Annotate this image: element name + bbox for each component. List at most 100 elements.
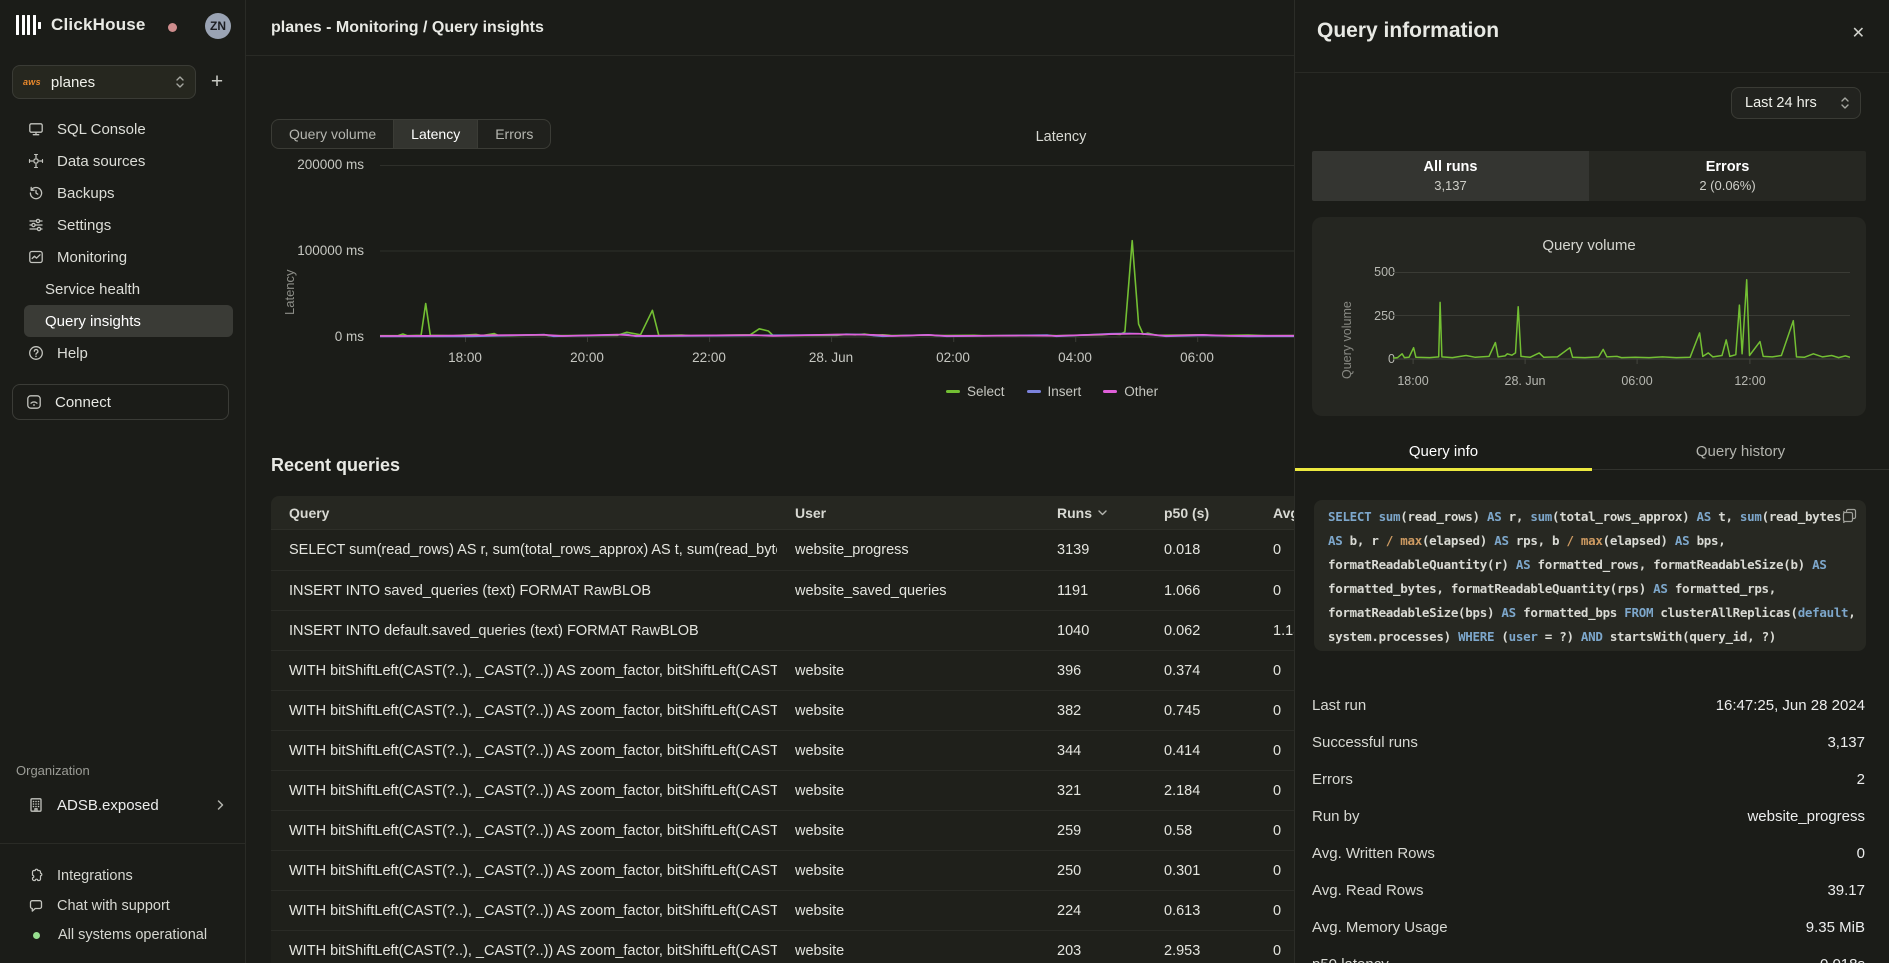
tab-query-info[interactable]: Query info — [1295, 437, 1592, 469]
cell-runs: 224 — [1039, 903, 1146, 919]
col-header-query[interactable]: Query — [271, 505, 777, 521]
monitor-icon — [28, 121, 44, 137]
tab-value: 3,137 — [1434, 178, 1467, 193]
table-row[interactable]: WITH bitShiftLeft(CAST(?..), _CAST(?..))… — [271, 850, 1294, 890]
detail-label: p50 latency — [1312, 956, 1389, 963]
table-row[interactable]: WITH bitShiftLeft(CAST(?..), _CAST(?..))… — [271, 690, 1294, 730]
sql-token: formatReadableSize(bps) — [1328, 605, 1501, 620]
sidebar-item-query-insights[interactable]: Query insights — [24, 305, 233, 337]
y-tick: 0 ms — [335, 329, 364, 345]
table-row[interactable]: WITH bitShiftLeft(CAST(?..), _CAST(?..))… — [271, 730, 1294, 770]
sql-code-block: SELECT sum(read_rows) AS r, sum(total_ro… — [1314, 500, 1866, 651]
tab-latency[interactable]: Latency — [393, 120, 477, 148]
table-row[interactable]: WITH bitShiftLeft(CAST(?..), _CAST(?..))… — [271, 930, 1294, 963]
clickhouse-bars-icon — [16, 14, 41, 36]
other-color-swatch — [1103, 390, 1117, 393]
cell-query: WITH bitShiftLeft(CAST(?..), _CAST(?..))… — [271, 663, 777, 679]
select-series-line — [380, 241, 1294, 336]
breadcrumb: planes - Monitoring / Query insights — [246, 0, 1294, 56]
col-header-runs[interactable]: Runs — [1039, 505, 1146, 521]
table-row[interactable]: INSERT INTO default.saved_queries (text)… — [271, 610, 1294, 650]
sql-token: AND — [1581, 629, 1603, 644]
col-header-user[interactable]: User — [777, 505, 1039, 521]
sidebar-nav: SQL Console Data sources Backups Setting… — [0, 113, 245, 369]
cell-query: WITH bitShiftLeft(CAST(?..), _CAST(?..))… — [271, 863, 777, 879]
table-row[interactable]: WITH bitShiftLeft(CAST(?..), _CAST(?..))… — [271, 770, 1294, 810]
sql-token: AS — [1516, 557, 1530, 572]
sidebar-item-sql-console[interactable]: SQL Console — [0, 113, 245, 145]
cell-p50: 2.953 — [1146, 943, 1255, 959]
detail-row-avg-memory-usage: Avg. Memory Usage9.35 MiB — [1312, 909, 1865, 946]
cell-p50: 2.184 — [1146, 783, 1255, 799]
organization-section-label: Organization — [16, 763, 90, 778]
x-tick: 28. Jun — [1504, 374, 1545, 388]
query-volume-chart — [1393, 272, 1850, 365]
close-icon[interactable]: ✕ — [1852, 23, 1865, 43]
main-header: planes - Monitoring / Query insights — [246, 0, 1294, 56]
sql-token: / max — [1566, 533, 1602, 548]
sql-token: AS — [1501, 605, 1515, 620]
sidebar-item-chat-support[interactable]: Chat with support — [0, 892, 245, 920]
table-row[interactable]: WITH bitShiftLeft(CAST(?..), _CAST(?..))… — [271, 650, 1294, 690]
cell-avg: 0 — [1255, 743, 1294, 759]
footer-item-label: Chat with support — [57, 898, 170, 914]
legend-item-select[interactable]: Select — [946, 384, 1005, 399]
recent-queries-title: Recent queries — [271, 455, 400, 476]
x-tick: 02:00 — [936, 350, 970, 365]
x-tick: 12:00 — [1734, 374, 1765, 388]
cell-runs: 3139 — [1039, 542, 1146, 558]
copy-icon[interactable] — [1842, 508, 1858, 524]
sql-token: r, — [1501, 509, 1530, 524]
organization-row[interactable]: ADSB.exposed — [0, 791, 245, 819]
tab-errors[interactable]: Errors — [477, 120, 550, 148]
col-header-avg[interactable]: Avg. — [1255, 505, 1294, 521]
table-row[interactable]: INSERT INTO saved_queries (text) FORMAT … — [271, 570, 1294, 610]
legend-item-other[interactable]: Other — [1103, 384, 1158, 399]
detail-value: 3,137 — [1827, 734, 1865, 751]
chevron-right-icon — [216, 799, 225, 811]
sql-token: (elapsed) — [1422, 533, 1494, 548]
add-service-button[interactable]: + — [203, 68, 231, 96]
sql-token: / max — [1386, 533, 1422, 548]
table-row[interactable]: WITH bitShiftLeft(CAST(?..), _CAST(?..))… — [271, 810, 1294, 850]
y-tick: 100000 ms — [297, 243, 364, 259]
tab-query-history[interactable]: Query history — [1592, 437, 1889, 469]
cell-query: WITH bitShiftLeft(CAST(?..), _CAST(?..))… — [271, 823, 777, 839]
service-selector[interactable]: aws planes — [12, 65, 196, 99]
updown-chevron-icon — [1840, 96, 1850, 110]
sidebar-item-data-sources[interactable]: Data sources — [0, 145, 245, 177]
sidebar-item-service-health[interactable]: Service health — [0, 273, 245, 305]
sort-desc-icon — [1098, 510, 1107, 516]
x-tick: 18:00 — [448, 350, 482, 365]
table-row[interactable]: WITH bitShiftLeft(CAST(?..), _CAST(?..))… — [271, 890, 1294, 930]
sql-token: b, r — [1342, 533, 1385, 548]
sql-token: formatted_rps, — [1668, 581, 1776, 596]
sidebar-item-monitoring[interactable]: Monitoring — [0, 241, 245, 273]
tab-errors-count[interactable]: Errors 2 (0.06%) — [1589, 151, 1866, 201]
cell-user: website — [777, 783, 1039, 799]
sidebar-item-system-status[interactable]: All systems operational — [0, 921, 245, 949]
brand-name: ClickHouse — [51, 15, 146, 35]
sidebar-item-integrations[interactable]: Integrations — [0, 862, 245, 890]
x-tick: 18:00 — [1397, 374, 1428, 388]
sidebar-item-help[interactable]: Help — [0, 337, 245, 369]
cell-user: website_progress — [777, 542, 1039, 558]
connect-button[interactable]: Connect — [12, 384, 229, 420]
sidebar-item-label: Service health — [45, 281, 140, 298]
sql-token: SELECT sum — [1328, 509, 1400, 524]
time-range-select[interactable]: Last 24 hrs — [1731, 87, 1861, 119]
legend-item-insert[interactable]: Insert — [1027, 384, 1082, 399]
connect-icon — [26, 394, 42, 410]
sidebar-item-backups[interactable]: Backups — [0, 177, 245, 209]
tab-query-volume[interactable]: Query volume — [272, 120, 393, 148]
cell-runs: 250 — [1039, 863, 1146, 879]
avatar[interactable]: ZN — [205, 13, 231, 39]
clickhouse-logo[interactable]: ClickHouse — [16, 14, 146, 36]
tab-all-runs[interactable]: All runs 3,137 — [1312, 151, 1589, 201]
table-row[interactable]: SELECT sum(read_rows) AS r, sum(total_ro… — [271, 530, 1294, 570]
detail-value: 39.17 — [1827, 882, 1865, 899]
col-header-p50[interactable]: p50 (s) — [1146, 505, 1255, 521]
sidebar-item-settings[interactable]: Settings — [0, 209, 245, 241]
col-header-runs-label: Runs — [1057, 505, 1092, 521]
cell-p50: 1.066 — [1146, 583, 1255, 599]
